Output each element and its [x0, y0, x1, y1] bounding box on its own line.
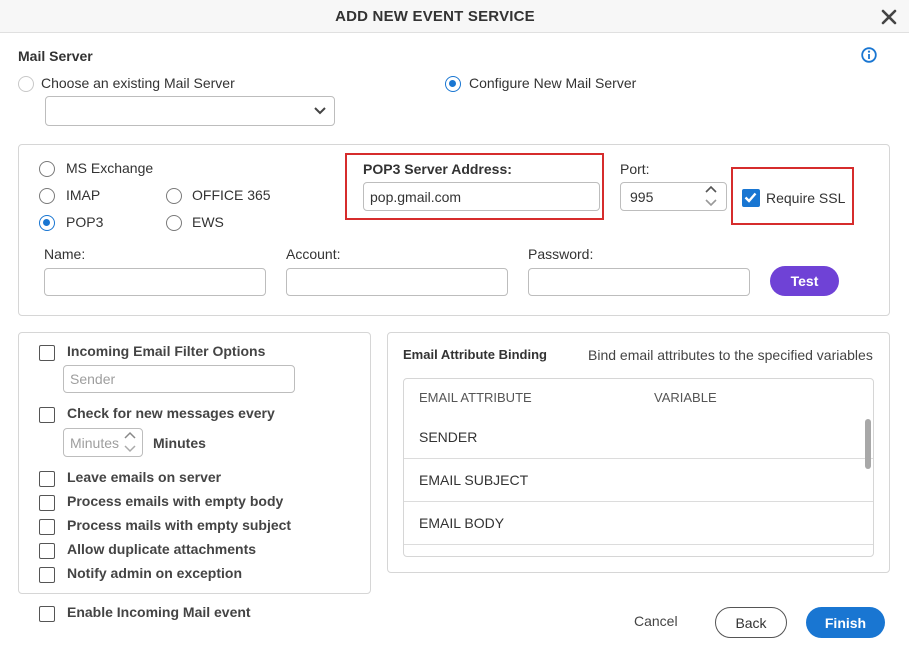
- col-header-variable: VARIABLE: [654, 390, 717, 405]
- table-row[interactable]: EMAIL SUBJECT: [404, 459, 873, 502]
- check-messages-checkbox[interactable]: [39, 407, 55, 423]
- duplicate-attachments-checkbox[interactable]: [39, 543, 55, 559]
- duplicate-attachments-label: Allow duplicate attachments: [67, 541, 257, 557]
- enable-incoming-label: Enable Incoming Mail event: [67, 604, 251, 620]
- enable-incoming-checkbox[interactable]: [39, 606, 55, 622]
- name-input[interactable]: [44, 268, 266, 296]
- filter-placeholder: Sender: [70, 371, 116, 387]
- empty-body-checkbox[interactable]: [39, 495, 55, 511]
- ews-radio[interactable]: [166, 215, 182, 231]
- table-row[interactable]: SENDER: [404, 416, 873, 459]
- binding-description: Bind email attributes to the specified v…: [588, 347, 873, 363]
- pop3-label: POP3: [66, 214, 104, 230]
- pop3-address-input[interactable]: pop.gmail.com: [363, 182, 600, 211]
- row-attribute-subject: EMAIL SUBJECT: [419, 472, 529, 488]
- leave-on-server-checkbox[interactable]: [39, 471, 55, 487]
- configure-new-radio[interactable]: [445, 76, 461, 92]
- office365-label: OFFICE 365: [192, 187, 271, 203]
- back-button[interactable]: Back: [715, 607, 787, 638]
- mail-server-label: Mail Server: [18, 48, 93, 64]
- check-messages-label: Check for new messages every: [67, 405, 275, 421]
- account-label: Account:: [286, 246, 341, 262]
- table-scrollbar[interactable]: [865, 419, 871, 469]
- binding-table: EMAIL ATTRIBUTE VARIABLE SENDER EMAIL SU…: [403, 378, 874, 557]
- account-input[interactable]: [286, 268, 508, 296]
- pop3-address-label: POP3 Server Address:: [363, 161, 512, 177]
- port-value: 995: [630, 188, 654, 205]
- office365-radio[interactable]: [166, 188, 182, 204]
- ms-exchange-label: MS Exchange: [66, 160, 154, 176]
- test-button[interactable]: Test: [770, 266, 839, 296]
- notify-admin-checkbox[interactable]: [39, 567, 55, 583]
- filter-input[interactable]: Sender: [63, 365, 295, 393]
- minutes-placeholder: Minutes: [70, 434, 120, 451]
- empty-subject-checkbox[interactable]: [39, 519, 55, 535]
- minutes-stepper-icon[interactable]: [122, 429, 138, 455]
- chevron-down-icon[interactable]: [313, 104, 327, 116]
- finish-button[interactable]: Finish: [806, 607, 885, 638]
- choose-existing-label: Choose an existing Mail Server: [41, 75, 235, 91]
- table-row[interactable]: EMAIL BODY: [404, 502, 873, 545]
- choose-existing-radio[interactable]: [18, 76, 34, 92]
- pop3-address-value: pop.gmail.com: [370, 188, 462, 205]
- col-header-attribute: EMAIL ATTRIBUTE: [419, 390, 532, 405]
- require-ssl-checkbox[interactable]: [742, 189, 760, 207]
- cancel-button[interactable]: Cancel: [634, 613, 678, 629]
- pop3-radio[interactable]: [39, 215, 55, 231]
- ews-label: EWS: [192, 214, 224, 230]
- port-label: Port:: [620, 161, 650, 177]
- empty-body-label: Process emails with empty body: [67, 493, 284, 509]
- imap-radio[interactable]: [39, 188, 55, 204]
- leave-on-server-label: Leave emails on server: [67, 469, 222, 485]
- minutes-label: Minutes: [153, 435, 206, 451]
- row-attribute-sender: SENDER: [419, 429, 478, 445]
- name-label: Name:: [44, 246, 86, 262]
- close-icon[interactable]: [878, 6, 900, 28]
- existing-mail-server-select[interactable]: [45, 96, 335, 126]
- port-stepper-icon[interactable]: [703, 183, 719, 209]
- info-icon[interactable]: [861, 47, 877, 63]
- imap-label: IMAP: [66, 187, 101, 203]
- configure-new-label: Configure New Mail Server: [469, 75, 637, 91]
- password-label: Password:: [528, 246, 594, 262]
- dialog-title: ADD NEW EVENT SERVICE: [335, 8, 535, 25]
- incoming-filter-checkbox[interactable]: [39, 345, 55, 361]
- require-ssl-label: Require SSL: [766, 190, 846, 206]
- notify-admin-label: Notify admin on exception: [67, 565, 243, 581]
- ms-exchange-radio[interactable]: [39, 161, 55, 177]
- password-input[interactable]: [528, 268, 750, 296]
- row-attribute-body: EMAIL BODY: [419, 515, 505, 531]
- empty-subject-label: Process mails with empty subject: [67, 517, 292, 533]
- binding-title: Email Attribute Binding: [403, 347, 547, 362]
- incoming-filter-label: Incoming Email Filter Options: [67, 343, 266, 359]
